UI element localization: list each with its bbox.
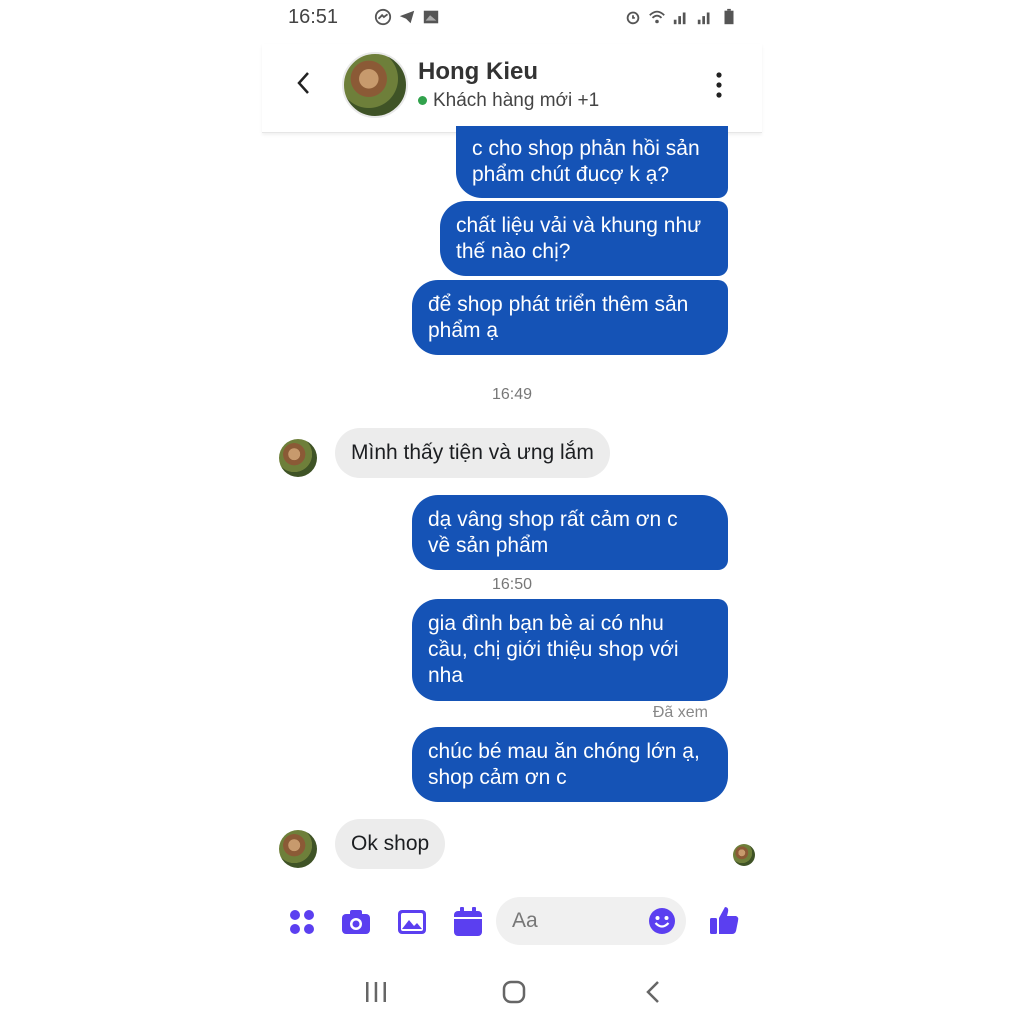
messenger-screen: 16:51 Hong Kieu Khách hàng mới +1 c cho …	[262, 0, 762, 1024]
alarm-icon	[626, 11, 640, 25]
message-out[interactable]: gia đình bạn bè ai có nhu cầu, chị giới …	[412, 599, 728, 701]
message-line: phẩm ạ	[428, 319, 499, 342]
message-out[interactable]: c cho shop phản hồi sản phẩm chút đucợ k…	[456, 126, 728, 198]
messenger-icon	[374, 8, 392, 26]
message-line: cầu, chị giới thiệu shop với	[428, 638, 679, 661]
message-input-placeholder: Aa	[512, 909, 538, 932]
message-line: nha	[428, 664, 464, 687]
thumbs-up-icon[interactable]	[708, 904, 740, 936]
calendar-icon[interactable]	[452, 906, 484, 938]
timestamp: 16:49	[491, 386, 533, 403]
gallery-icon	[423, 10, 439, 24]
conversation-header: Hong Kieu Khách hàng mới +1	[262, 44, 762, 133]
online-dot	[418, 96, 427, 106]
recent-apps-icon[interactable]	[362, 978, 390, 1006]
contact-name[interactable]: Hong Kieu	[418, 58, 538, 86]
telegram-icon	[399, 10, 415, 24]
message-line: thế nào chị?	[456, 240, 571, 263]
message-line: c cho shop phản hồi sản	[472, 137, 700, 160]
message-line: để shop phát triển thêm sản	[428, 293, 689, 316]
camera-icon[interactable]	[340, 906, 372, 938]
signal-icon	[673, 12, 686, 25]
status-time: 16:51	[288, 6, 339, 28]
image-icon[interactable]	[396, 906, 428, 938]
message-text: Ok shop	[351, 832, 430, 855]
message-line: về sản phẩm	[428, 534, 549, 557]
emoji-icon[interactable]	[648, 907, 676, 935]
seen-indicator: Đã xem	[652, 704, 708, 721]
message-in[interactable]: Ok shop	[335, 819, 446, 869]
message-out[interactable]: dạ vâng shop rất cảm ơn c về sản phẩm	[412, 495, 728, 570]
message-line: phẩm chút đucợ k ạ?	[472, 163, 670, 186]
message-input[interactable]: Aa	[496, 897, 686, 945]
composer-bar: Aa	[262, 892, 762, 952]
message-line: gia đình bạn bè ai có nhu	[428, 612, 664, 635]
message-out[interactable]: để shop phát triển thêm sản phẩm ạ	[412, 280, 728, 355]
back-icon[interactable]	[292, 68, 316, 98]
nav-back-icon[interactable]	[640, 978, 668, 1006]
wifi-icon	[649, 10, 665, 24]
contact-subtitle: Khách hàng mới +1	[418, 90, 599, 112]
status-bar: 16:51	[288, 6, 738, 30]
timestamp: 16:50	[491, 576, 533, 593]
message-line: shop cảm ơn c	[428, 766, 567, 789]
message-text: Mình thấy tiện và ưng lắm	[351, 441, 594, 464]
message-out[interactable]: chúc bé mau ăn chóng lớn ạ, shop cảm ơn …	[412, 727, 728, 802]
contact-avatar[interactable]	[342, 52, 408, 118]
contact-avatar-small	[279, 830, 317, 868]
battery-icon	[724, 8, 734, 25]
message-in[interactable]: Mình thấy tiện và ưng lắm	[335, 428, 610, 478]
message-line: chất liệu vải và khung như	[456, 214, 702, 237]
signal-icon	[697, 12, 710, 25]
message-line: dạ vâng shop rất cảm ơn c	[428, 508, 678, 531]
system-navigation-bar	[262, 972, 762, 1012]
home-icon[interactable]	[500, 978, 528, 1006]
message-out[interactable]: chất liệu vải và khung như thế nào chị?	[440, 201, 728, 276]
apps-icon[interactable]	[286, 906, 318, 938]
more-icon[interactable]	[716, 72, 722, 98]
contact-label: Khách hàng mới +1	[433, 90, 600, 111]
contact-avatar-small	[279, 439, 317, 477]
message-line: chúc bé mau ăn chóng lớn ạ,	[428, 740, 700, 763]
read-receipt-avatar	[733, 844, 755, 866]
